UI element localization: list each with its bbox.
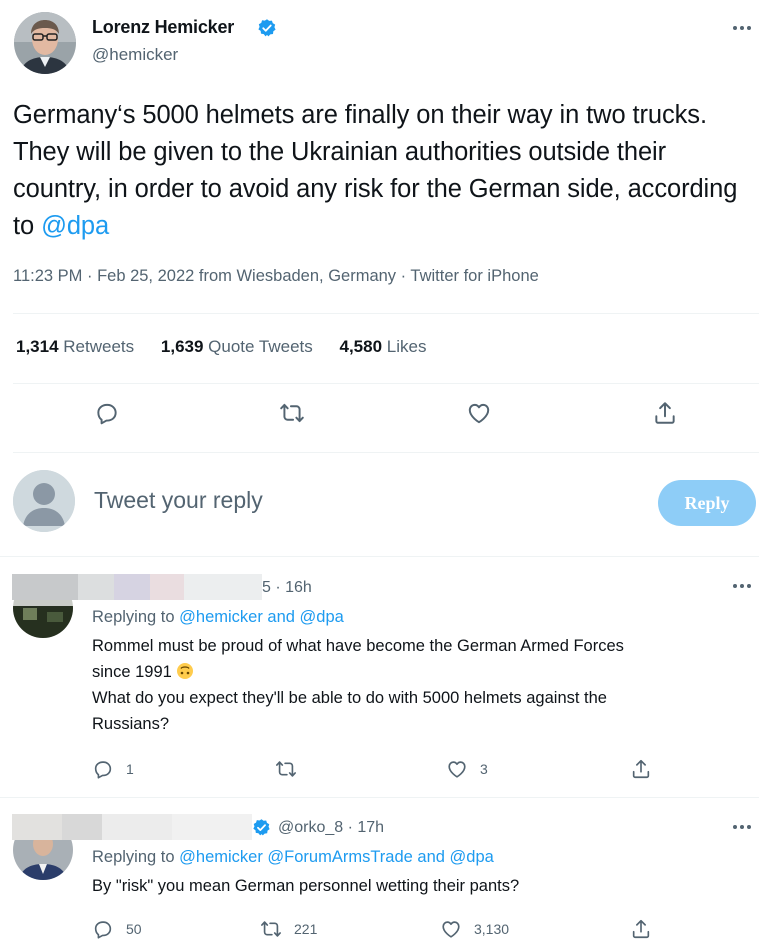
share-upload-icon xyxy=(630,758,652,780)
share-action[interactable] xyxy=(630,918,664,940)
share-upload-icon xyxy=(630,918,652,940)
divider xyxy=(0,797,759,798)
blurred-display-name xyxy=(12,814,252,840)
replying-to: Replying to @hemicker and @dpa xyxy=(92,608,344,626)
tweet-text: Germany‘s 5000 helmets are finally on th… xyxy=(13,97,748,245)
retweet-arrows-icon xyxy=(260,918,282,940)
reply-input[interactable]: Tweet your reply xyxy=(94,487,263,514)
reply-text: Rommel must be proud of what have become… xyxy=(92,637,624,733)
divider xyxy=(13,383,759,384)
more-dots-icon[interactable] xyxy=(730,817,754,837)
blurred-display-name xyxy=(12,574,262,600)
replying-to-links[interactable]: @hemicker @ForumArmsTrade and @dpa xyxy=(179,848,494,866)
tweet-stats: 1,314 Retweets 1,639 Quote Tweets 4,580 … xyxy=(16,337,448,357)
verified-badge-icon xyxy=(257,18,277,38)
reply-text: By "risk" you mean German personnel wett… xyxy=(92,877,520,895)
reply-bubble-icon[interactable] xyxy=(94,400,120,426)
divider xyxy=(13,452,759,453)
retweet-action[interactable] xyxy=(275,758,309,780)
retweets-stat[interactable]: 1,314 Retweets xyxy=(16,337,134,356)
divider xyxy=(0,556,759,557)
reply-button[interactable]: Reply xyxy=(658,480,756,526)
replying-to: Replying to @hemicker @ForumArmsTrade an… xyxy=(92,848,494,866)
verified-badge-icon xyxy=(252,818,271,837)
more-dots-icon[interactable] xyxy=(730,18,754,38)
share-upload-icon[interactable] xyxy=(652,400,678,426)
retweet-arrows-icon[interactable] xyxy=(279,400,305,426)
like-action[interactable]: 3,130 xyxy=(440,918,509,940)
reply-meta[interactable]: @orko_8 · 17h xyxy=(278,819,384,837)
tweet-timestamp[interactable]: 11:23 PM · Feb 25, 2022 from Wiesbaden, … xyxy=(13,267,539,286)
more-dots-icon[interactable] xyxy=(730,576,754,596)
reply-bubble-icon xyxy=(92,918,114,940)
heart-icon[interactable] xyxy=(466,400,492,426)
replying-to-links[interactable]: @hemicker and @dpa xyxy=(179,608,344,626)
heart-icon xyxy=(446,758,468,780)
author-handle[interactable]: @hemicker xyxy=(92,45,178,65)
author-avatar[interactable] xyxy=(14,12,76,74)
composer-avatar xyxy=(13,470,75,532)
divider xyxy=(13,313,759,314)
like-action[interactable]: 3 xyxy=(446,758,488,780)
retweet-action[interactable]: 221 xyxy=(260,918,317,940)
reply-meta[interactable]: 5 · 16h xyxy=(262,579,312,597)
reply-bubble-icon xyxy=(92,758,114,780)
heart-icon xyxy=(440,918,462,940)
quote-tweets-stat[interactable]: 1,639 Quote Tweets xyxy=(161,337,313,356)
author-name[interactable]: Lorenz Hemicker xyxy=(92,17,234,38)
upside-down-face-icon xyxy=(176,662,194,680)
share-action[interactable] xyxy=(630,758,664,780)
reply-action[interactable]: 50 xyxy=(92,918,142,940)
likes-stat[interactable]: 4,580 Likes xyxy=(340,337,427,356)
retweet-arrows-icon xyxy=(275,758,297,780)
mention-link[interactable]: @dpa xyxy=(41,212,109,240)
tweet-text-body: Germany‘s 5000 helmets are finally on th… xyxy=(13,101,738,240)
tweet-header: Lorenz Hemicker @hemicker xyxy=(0,0,759,90)
reply-action[interactable]: 1 xyxy=(92,758,134,780)
